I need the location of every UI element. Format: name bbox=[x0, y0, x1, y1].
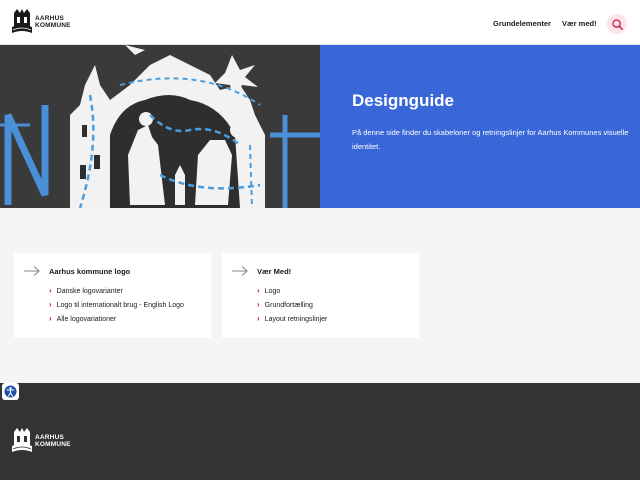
chevron-right-icon: › bbox=[49, 286, 52, 295]
card-title: Aarhus kommune logo bbox=[49, 267, 131, 276]
city-seal-icon bbox=[12, 9, 32, 33]
card-link-danske-logovarianter[interactable]: › Danske logovarianter bbox=[49, 287, 123, 295]
search-icon bbox=[611, 18, 623, 30]
accessibility-button[interactable] bbox=[2, 383, 19, 400]
logo-line-2: KOMMUNE bbox=[35, 22, 71, 29]
nav-vaer-med[interactable]: Vær med! bbox=[562, 19, 597, 28]
logo-line-1: AARHUS bbox=[35, 15, 65, 22]
arrow-right-icon bbox=[232, 266, 248, 276]
logo-wordmark: AARHUS KOMMUNE bbox=[35, 15, 71, 29]
card-title: Vær Med! bbox=[257, 267, 292, 276]
link-label: Logo bbox=[264, 287, 281, 295]
card-link-alle-logovariationer[interactable]: › Alle logovariationer bbox=[49, 315, 116, 323]
chevron-right-icon: › bbox=[257, 286, 260, 295]
arrow-right-icon bbox=[24, 266, 40, 276]
chevron-right-icon: › bbox=[49, 314, 52, 323]
site-header: AARHUS KOMMUNE Grundelementer Vær med! bbox=[0, 0, 640, 45]
hero-description: På denne side finder du skabeloner og re… bbox=[352, 128, 629, 151]
search-button[interactable] bbox=[607, 14, 627, 34]
page-title: Designguide bbox=[352, 91, 455, 110]
card-link-grundfortaelling[interactable]: › Grundfortælling bbox=[257, 301, 313, 309]
card-link-logo[interactable]: › Logo bbox=[257, 287, 280, 295]
card-link-layout-retningslinjer[interactable]: › Layout retningslinjer bbox=[257, 315, 327, 323]
link-label: Alle logovariationer bbox=[56, 315, 117, 323]
card-vaer-med: Vær Med! bbox=[222, 253, 419, 338]
link-label: Danske logovarianter bbox=[56, 287, 123, 295]
logo-line-1: AARHUS bbox=[35, 434, 65, 441]
nav-grundelementer[interactable]: Grundelementer bbox=[493, 19, 551, 28]
chevron-right-icon: › bbox=[49, 300, 52, 309]
hero-panel: Designguide På denne side finder du skab… bbox=[320, 45, 640, 208]
site-footer: AARHUS KOMMUNE bbox=[0, 383, 640, 480]
city-seal-icon bbox=[12, 428, 32, 452]
link-label: Logo til internationalt brug - English L… bbox=[56, 301, 184, 309]
city-seal-artwork bbox=[0, 45, 320, 208]
footer-logo-wordmark: AARHUS KOMMUNE bbox=[35, 434, 71, 448]
footer-aarhus-logo[interactable]: AARHUS KOMMUNE bbox=[12, 428, 71, 454]
chevron-right-icon: › bbox=[257, 300, 260, 309]
chevron-right-icon: › bbox=[257, 314, 260, 323]
link-label: Layout retningslinjer bbox=[264, 315, 328, 323]
link-label: Grundfortælling bbox=[264, 301, 313, 309]
logo-line-2: KOMMUNE bbox=[35, 441, 71, 448]
accessibility-icon bbox=[4, 385, 17, 398]
card-link-english-logo[interactable]: › Logo til internationalt brug - English… bbox=[49, 301, 184, 309]
aarhus-logo[interactable]: AARHUS KOMMUNE bbox=[12, 9, 71, 35]
hero-image bbox=[0, 45, 320, 208]
card-logo: Aarhus kommune logo bbox=[14, 253, 211, 338]
